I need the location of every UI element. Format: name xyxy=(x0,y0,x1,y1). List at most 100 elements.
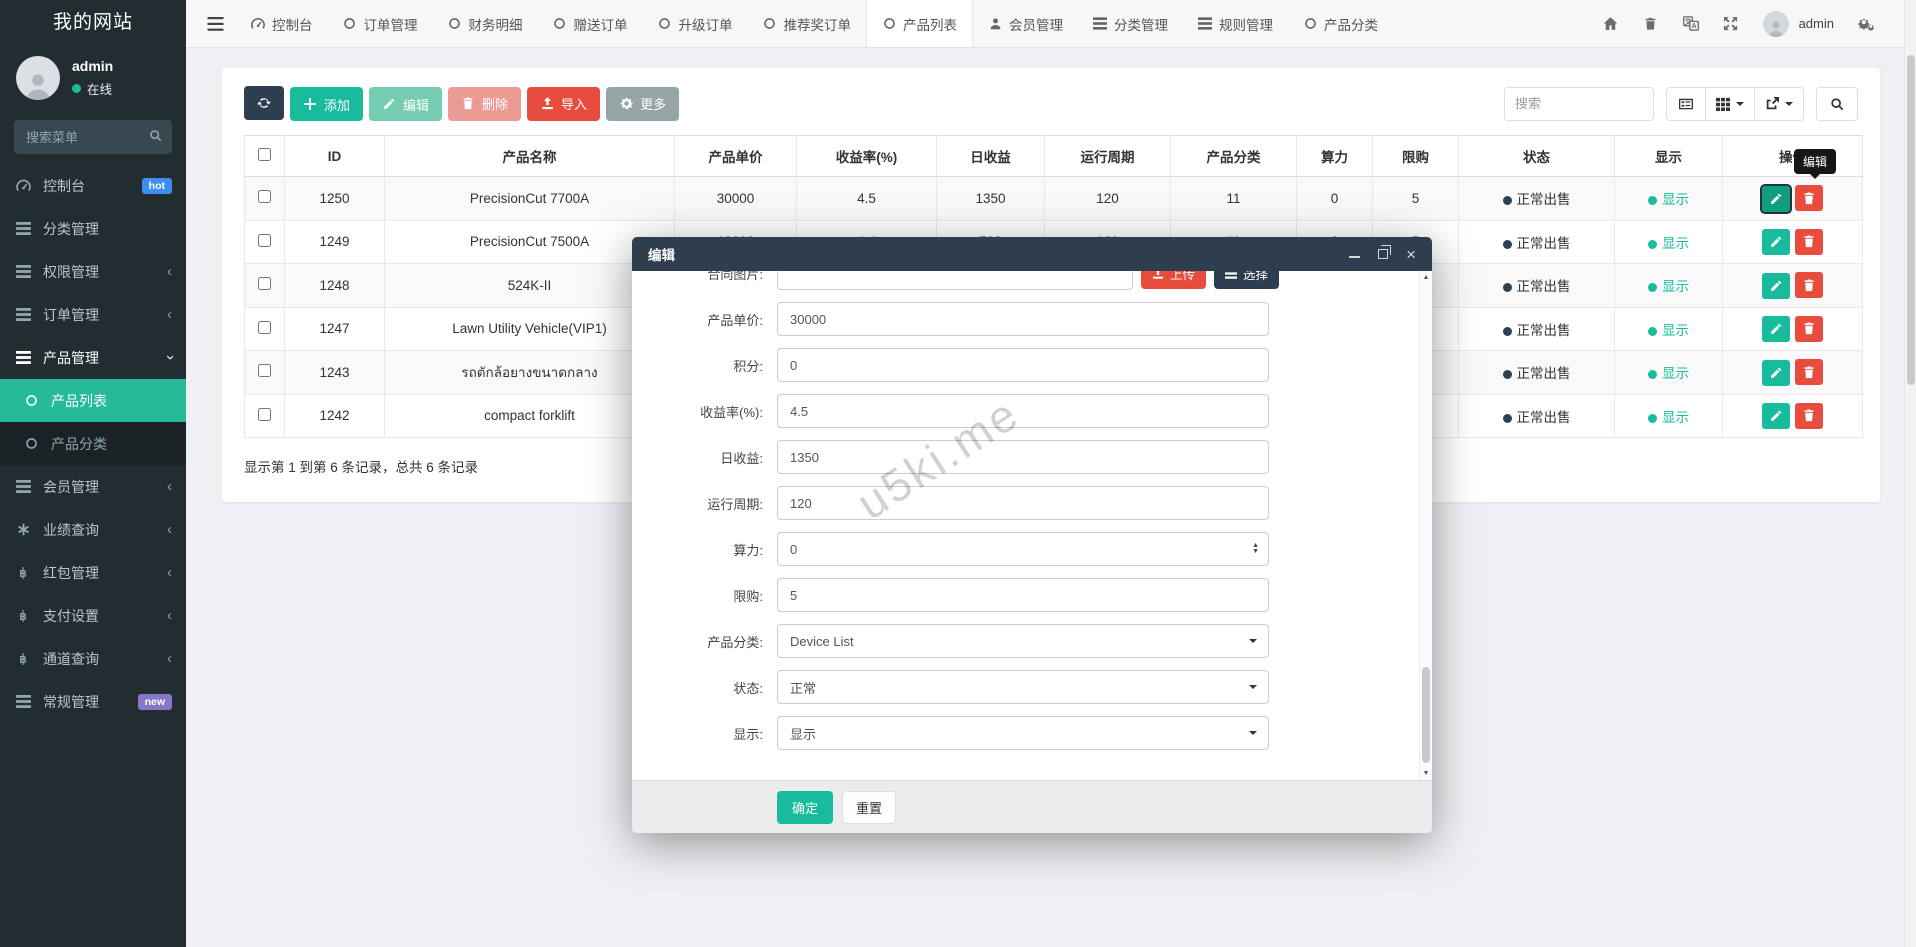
power-input[interactable]: 0 ▲ ▼ xyxy=(777,532,1269,566)
points-input[interactable] xyxy=(777,348,1269,382)
scroll-up-icon[interactable]: ▲ xyxy=(1420,274,1432,281)
sidebar-item-performance-query[interactable]: 业绩查询 ‹ xyxy=(0,508,186,551)
cogs-icon[interactable] xyxy=(1858,16,1874,31)
upload-button[interactable]: 上传 xyxy=(1141,271,1207,289)
edit-button[interactable] xyxy=(1762,229,1790,255)
column-header[interactable]: 状态 xyxy=(1458,135,1615,177)
delete-button[interactable] xyxy=(1795,359,1823,385)
edit-button[interactable]: 编辑 xyxy=(369,87,443,121)
delete-button[interactable] xyxy=(1795,185,1823,211)
row-checkbox[interactable] xyxy=(258,320,271,334)
sidebar-item-category-mgmt[interactable]: 分类管理 xyxy=(0,207,186,250)
sidebar-item-member-mgmt[interactable]: 会员管理 ‹ xyxy=(0,465,186,508)
trash-icon[interactable] xyxy=(1643,16,1659,31)
tab-order-mgmt[interactable]: 订单管理 xyxy=(328,0,433,47)
row-checkbox[interactable] xyxy=(258,233,271,247)
contract-image-input[interactable] xyxy=(777,271,1133,290)
sidebar-item-channel-query[interactable]: B 通道查询 ‹ xyxy=(0,637,186,680)
scrollbar-thumb[interactable] xyxy=(1422,667,1430,763)
edit-button[interactable] xyxy=(1762,316,1790,342)
tab-upgrade-order[interactable]: 升级订单 xyxy=(643,0,748,47)
column-header[interactable]: 产品名称 xyxy=(384,135,675,177)
delete-button[interactable]: 删除 xyxy=(448,86,522,121)
sidebar-item-order-mgmt[interactable]: 订单管理 ‹ xyxy=(0,293,186,336)
cycle-input[interactable] xyxy=(777,486,1269,520)
column-header[interactable]: ID xyxy=(284,135,385,177)
sidebar-item-product-list[interactable]: 产品列表 xyxy=(0,379,186,422)
tab-dashboard[interactable]: 控制台 xyxy=(236,0,328,47)
scroll-down-icon[interactable]: ▼ xyxy=(1420,770,1432,777)
search-button[interactable] xyxy=(1816,86,1858,121)
modal-scrollbar[interactable]: ▲ ▼ xyxy=(1419,271,1432,780)
search-icon[interactable] xyxy=(149,129,162,142)
sidebar-item-permission-mgmt[interactable]: 权限管理 ‹ xyxy=(0,250,186,293)
column-header[interactable]: 日收益 xyxy=(936,135,1045,177)
sidebar-item-payment-settings[interactable]: B 支付设置 ‹ xyxy=(0,594,186,637)
minimize-icon[interactable] xyxy=(1349,251,1361,258)
sidebar-item-product-mgmt[interactable]: 产品管理 ‹ xyxy=(0,336,186,379)
delete-button[interactable] xyxy=(1795,272,1823,298)
add-button[interactable]: 添加 xyxy=(290,87,364,121)
edit-button[interactable] xyxy=(1760,183,1792,214)
table-search-input[interactable] xyxy=(1504,86,1654,121)
detail-view-button[interactable] xyxy=(1666,86,1706,121)
sidebar-item-dashboard[interactable]: 控制台 hot xyxy=(0,164,186,207)
row-checkbox[interactable] xyxy=(258,277,271,291)
column-header[interactable]: 算力 xyxy=(1296,135,1373,177)
choose-button[interactable]: 选择 xyxy=(1214,271,1280,289)
column-header[interactable]: 显示 xyxy=(1614,135,1723,177)
import-button[interactable]: 导入 xyxy=(527,86,601,121)
tab-member-mgmt[interactable]: 会员管理 xyxy=(973,0,1078,47)
edit-button[interactable] xyxy=(1762,272,1790,299)
column-header[interactable]: 限购 xyxy=(1372,135,1459,177)
nav-username[interactable]: admin xyxy=(1799,16,1834,31)
fullscreen-icon[interactable] xyxy=(1723,16,1739,31)
hamburger-icon[interactable] xyxy=(206,16,224,31)
daily-income-input[interactable] xyxy=(777,440,1269,474)
sidebar-item-general-mgmt[interactable]: 常规管理 new xyxy=(0,680,186,723)
delete-button[interactable] xyxy=(1795,315,1823,342)
rate-input[interactable] xyxy=(777,394,1269,428)
edit-button[interactable] xyxy=(1762,359,1790,386)
columns-button[interactable] xyxy=(1705,86,1755,121)
translate-icon[interactable]: 文A xyxy=(1682,16,1699,31)
avatar[interactable] xyxy=(1762,10,1789,37)
page-scrollbar[interactable] xyxy=(1904,0,1916,947)
select-all-checkbox[interactable] xyxy=(258,148,271,161)
limit-input[interactable] xyxy=(777,578,1269,612)
sidebar-item-redpacket-mgmt[interactable]: B 红包管理 ‹ xyxy=(0,551,186,594)
sidebar-item-product-category[interactable]: 产品分类 xyxy=(0,422,186,465)
refresh-button[interactable] xyxy=(244,86,284,120)
confirm-button[interactable]: 确定 xyxy=(777,790,834,824)
export-button[interactable] xyxy=(1754,86,1804,121)
page-scrollbar-thumb[interactable] xyxy=(1906,55,1915,385)
tab-gift-order[interactable]: 赠送订单 xyxy=(538,0,643,47)
tab-referral-order[interactable]: 推荐奖订单 xyxy=(748,0,867,47)
delete-button[interactable] xyxy=(1795,402,1823,429)
row-checkbox[interactable] xyxy=(258,364,271,378)
tab-product-list[interactable]: 产品列表 xyxy=(866,0,973,47)
row-checkbox[interactable] xyxy=(258,407,271,421)
edit-button[interactable] xyxy=(1762,403,1790,429)
tab-rule-mgmt[interactable]: 规则管理 xyxy=(1183,0,1288,47)
display-select[interactable]: 显示 xyxy=(777,716,1269,750)
column-header[interactable]: 收益率(%) xyxy=(796,135,937,177)
column-header[interactable]: 操作 xyxy=(1722,135,1863,177)
price-input[interactable] xyxy=(777,302,1269,336)
delete-button[interactable] xyxy=(1795,228,1823,255)
maximize-icon[interactable] xyxy=(1378,245,1392,259)
row-checkbox[interactable] xyxy=(258,190,271,204)
home-icon[interactable] xyxy=(1603,16,1619,31)
column-header[interactable]: 产品单价 xyxy=(674,135,797,177)
number-spinner-icon[interactable]: ▲ ▼ xyxy=(1252,542,1259,555)
reset-button[interactable]: 重置 xyxy=(842,790,897,824)
column-header[interactable]: 产品分类 xyxy=(1170,135,1297,177)
status-select[interactable]: 正常 xyxy=(777,670,1269,704)
column-header[interactable]: 运行周期 xyxy=(1044,135,1171,177)
more-button[interactable]: 更多 xyxy=(606,86,680,121)
category-select[interactable]: Device List xyxy=(777,624,1269,658)
tab-product-category[interactable]: 产品分类 xyxy=(1288,0,1393,47)
tab-finance-detail[interactable]: 财务明细 xyxy=(433,0,538,47)
tab-category-mgmt[interactable]: 分类管理 xyxy=(1078,0,1183,47)
modal-header[interactable]: 编辑 × xyxy=(632,237,1432,271)
